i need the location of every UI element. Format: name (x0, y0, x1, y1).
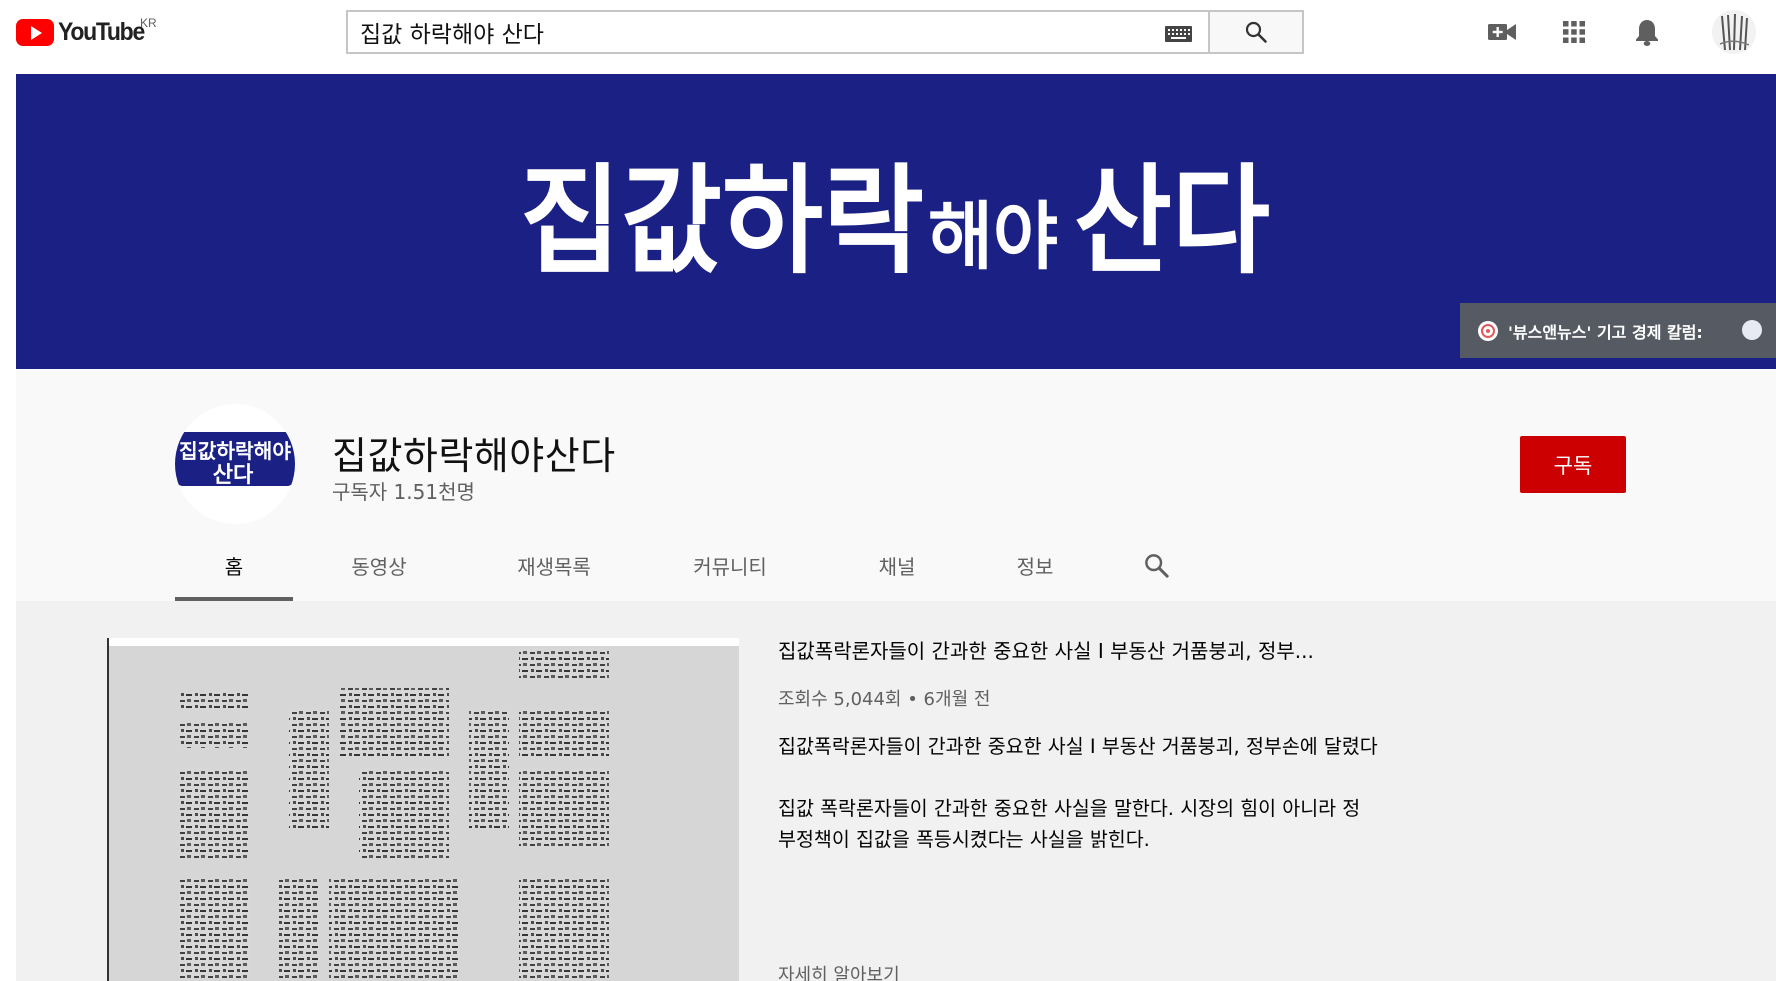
channel-header: 집값하락해야 산다 집값하락해야산다 구독자 1.51천명 구독 홈 동영상 재… (16, 369, 1776, 601)
avatar-text-line2: 산다 (213, 463, 254, 488)
featured-video-title[interactable]: 집값폭락론자들이 간과한 중요한 사실 I 부동산 거품붕괴, 정부... (778, 637, 1398, 665)
subscribe-button[interactable]: 구독 (1520, 436, 1626, 493)
top-bar: YouTube KR (0, 0, 1776, 74)
globe-icon (1742, 320, 1762, 340)
youtube-logo[interactable]: YouTube (16, 17, 151, 47)
youtube-channel-page: YouTube KR 집값 하락해야 산다 집값하락 해야 산다 '뷰스앤뉴스'… (0, 0, 1776, 981)
banner-link-text: '뷰스앤뉴스' 기고 경제 칼럼: (1508, 322, 1703, 342)
tab-community[interactable]: 커뮤니티 (663, 529, 797, 601)
tab-playlists[interactable]: 재생목록 (486, 529, 622, 601)
thumbnail-image (109, 638, 739, 981)
tab-videos[interactable]: 동영상 (320, 529, 438, 601)
banner-title-art: 집값하락 해야 산다 (520, 152, 1270, 280)
tab-channels[interactable]: 채널 (842, 529, 952, 601)
link-favicon-icon (1478, 320, 1498, 341)
youtube-play-icon (16, 18, 54, 46)
description-paragraph: 집값폭락론자들이 간과한 중요한 사실 I 부동산 거품붕괴, 정부손에 달렸다 (778, 735, 1378, 758)
keyboard-icon[interactable] (1165, 26, 1192, 42)
notifications-button[interactable] (1625, 12, 1669, 52)
search-icon (1144, 553, 1169, 578)
search-input[interactable] (348, 12, 1208, 52)
featured-video-info: 집값폭락론자들이 간과한 중요한 사실 I 부동산 거품붕괴, 정부... 조회… (778, 637, 1398, 886)
featured-video-thumbnail[interactable] (107, 638, 739, 981)
notifications-bell-icon (1636, 20, 1658, 46)
channel-home-content: 집값폭락론자들이 간과한 중요한 사실 I 부동산 거품붕괴, 정부... 조회… (16, 601, 1776, 981)
account-avatar[interactable] (1712, 10, 1756, 54)
read-more-link[interactable]: 자세히 알아보기 (778, 961, 900, 981)
avatar-image (1712, 10, 1756, 54)
tab-about[interactable]: 정보 (980, 529, 1090, 601)
channel-avatar-image: 집값하락해야 산다 (175, 432, 295, 488)
featured-video-description: 집값폭락론자들이 간과한 중요한 사실 I 부동산 거품붕괴, 정부손에 달렸다… (778, 731, 1378, 855)
create-video-button[interactable] (1480, 12, 1524, 52)
region-code: KR (140, 16, 157, 30)
banner-link[interactable]: '뷰스앤뉴스' 기고 경제 칼럼: (1460, 303, 1776, 358)
search-button[interactable] (1208, 10, 1304, 54)
channel-banner: 집값하락 해야 산다 '뷰스앤뉴스' 기고 경제 칼럼: (16, 74, 1776, 369)
search-bar (346, 10, 1304, 54)
channel-tabs: 홈 동영상 재생목록 커뮤니티 채널 정보 (16, 529, 1776, 601)
avatar-text-line1: 집값하락해야 (179, 439, 292, 463)
apps-grid-icon (1563, 21, 1585, 43)
search-icon (1245, 21, 1267, 43)
banner-title-small: 해야 (928, 194, 1058, 280)
search-box (346, 10, 1208, 54)
banner-title-main: 집값하락 (520, 152, 924, 280)
channel-avatar[interactable]: 집값하락해야 산다 (175, 404, 295, 524)
featured-video-meta: 조회수 5,044회 • 6개월 전 (778, 689, 991, 710)
description-paragraph: 집값 폭락론자들이 간과한 중요한 사실을 말한다. 시장의 힘이 아니라 정부… (778, 797, 1361, 851)
tab-home[interactable]: 홈 (175, 529, 293, 601)
logo-text: YouTube (58, 17, 145, 46)
banner-title-end: 산다 (1074, 152, 1270, 280)
subscriber-count: 구독자 1.51천명 (332, 480, 475, 504)
video-create-icon (1488, 24, 1516, 40)
channel-name: 집값하락해야산다 (332, 434, 616, 478)
apps-button[interactable] (1552, 12, 1596, 52)
channel-search-button[interactable] (1138, 547, 1174, 583)
